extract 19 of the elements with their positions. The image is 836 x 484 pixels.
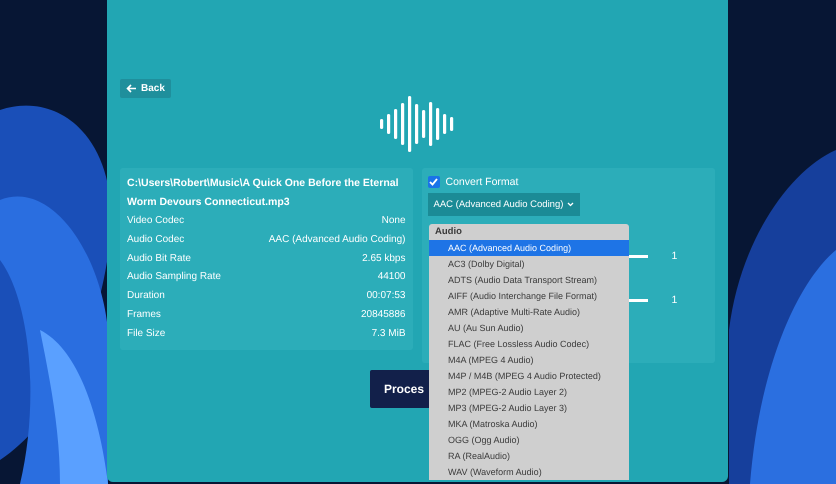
property-value: 2.65 kbps xyxy=(362,252,406,266)
property-value: 44100 xyxy=(378,270,406,284)
property-value: 7.3 MiB xyxy=(372,326,406,341)
property-label: Audio Codec xyxy=(127,232,184,247)
slider-value: 1 xyxy=(672,294,678,306)
property-value: 20845886 xyxy=(361,308,406,322)
property-value: None xyxy=(382,214,406,228)
property-label: Video Codec xyxy=(127,214,184,228)
slider-value: 1 xyxy=(672,250,678,262)
property-label: Audio Sampling Rate xyxy=(127,270,221,284)
property-value: 00:07:53 xyxy=(366,289,406,304)
property-label: File Size xyxy=(127,326,166,341)
property-label: Frames xyxy=(127,308,161,322)
property-label: Duration xyxy=(127,289,165,304)
property-label: Audio Bit Rate xyxy=(127,252,191,266)
file-path: C:\Users\Robert\Music\A Quick One Before the Eternal Worm Devours Connecticut.mp3 xyxy=(127,176,400,210)
property-value: AAC (Advanced Audio Coding) xyxy=(268,232,406,247)
checkbox-label: Convert Format xyxy=(446,176,518,188)
option-group-label: Audio xyxy=(434,225,463,239)
